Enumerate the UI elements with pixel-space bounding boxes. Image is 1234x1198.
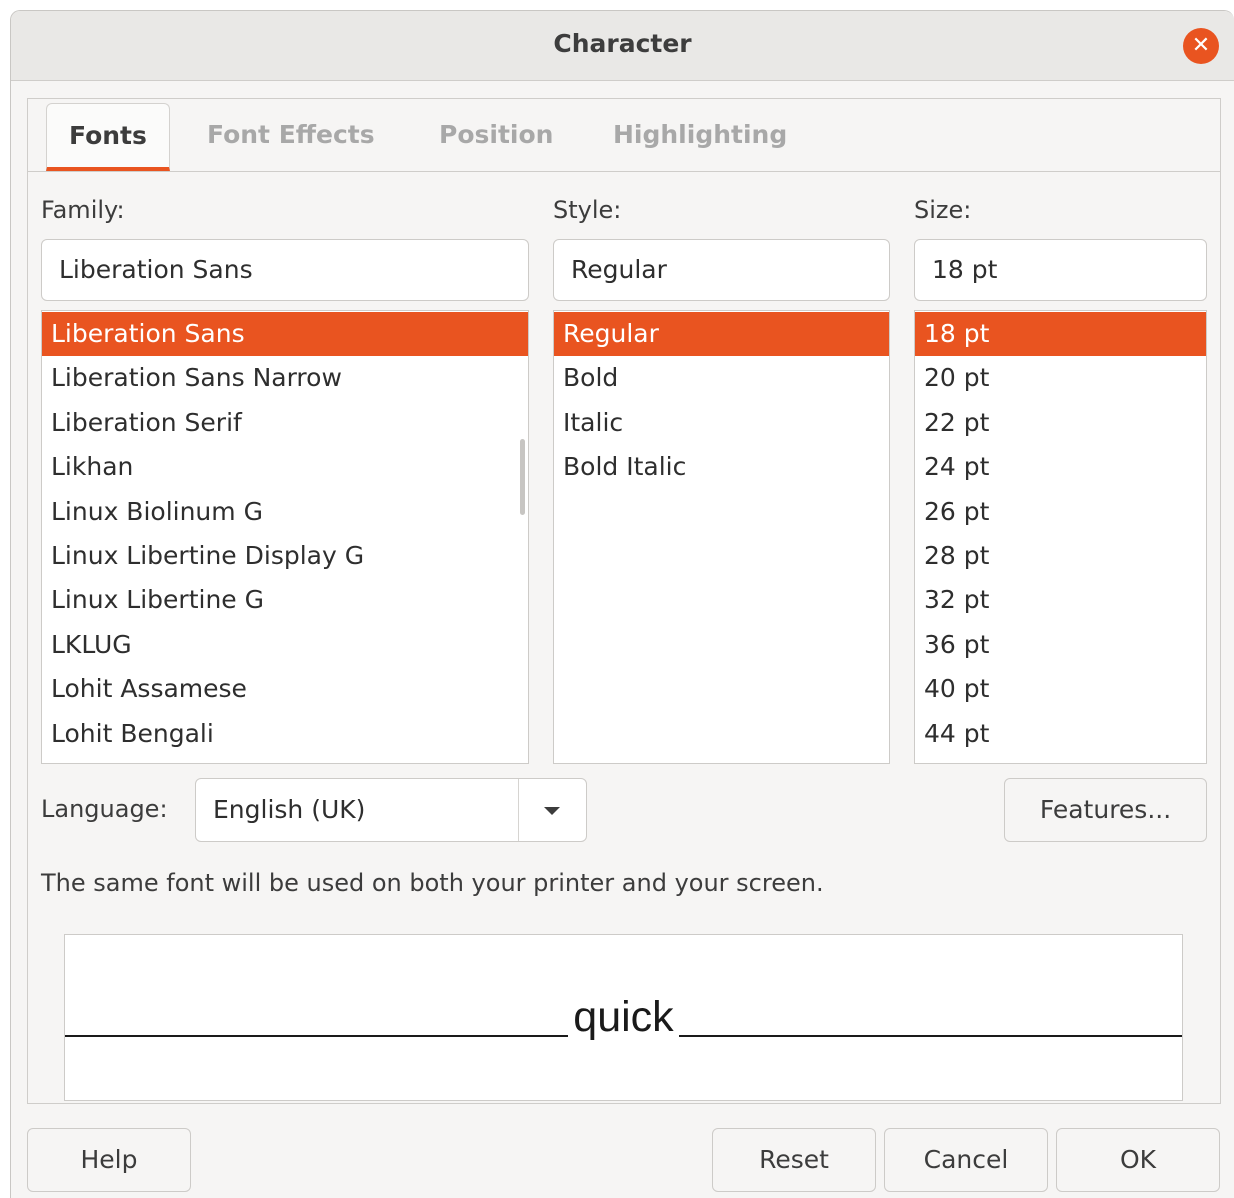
help-button[interactable]: Help: [27, 1128, 191, 1192]
style-input[interactable]: Regular: [553, 239, 890, 301]
size-list-item[interactable]: 36 pt: [915, 623, 1206, 667]
family-input[interactable]: Liberation Sans: [41, 239, 529, 301]
size-list-item[interactable]: 32 pt: [915, 578, 1206, 622]
tab-font-effects[interactable]: Font Effects: [185, 103, 397, 171]
family-list-item[interactable]: Linux Biolinum G: [42, 490, 528, 534]
dialog-title: Character: [553, 29, 692, 58]
family-list-item[interactable]: Liberation Sans: [42, 312, 528, 357]
style-list-item[interactable]: Regular: [554, 312, 889, 357]
size-list-item[interactable]: 18 pt: [915, 312, 1206, 357]
ok-button[interactable]: OK: [1056, 1128, 1220, 1192]
chevron-down-icon[interactable]: [544, 807, 560, 815]
font-preview: quick: [64, 934, 1183, 1101]
cancel-button[interactable]: Cancel: [884, 1128, 1048, 1192]
tab-bar: Fonts Font Effects Position Highlighting: [28, 99, 1220, 172]
dropdown-separator: [518, 779, 519, 841]
font-info-text: The same font will be used on both your …: [41, 869, 824, 897]
tab-fonts[interactable]: Fonts: [46, 103, 170, 171]
style-list-item[interactable]: Italic: [554, 401, 889, 445]
family-list-item[interactable]: Lohit Bengali: [42, 712, 528, 756]
style-list-item[interactable]: Bold Italic: [554, 445, 889, 489]
family-list-item[interactable]: Lohit Assamese: [42, 667, 528, 711]
language-label: Language:: [41, 795, 168, 823]
family-list-item[interactable]: Likhan: [42, 445, 528, 489]
family-list-item[interactable]: LKLUG: [42, 623, 528, 667]
tab-notebook: Fonts Font Effects Position Highlighting…: [27, 98, 1221, 1104]
family-list-scrollbar[interactable]: [520, 439, 525, 515]
size-list-item[interactable]: 28 pt: [915, 534, 1206, 578]
family-label: Family:: [41, 196, 125, 224]
family-list-item[interactable]: Liberation Serif: [42, 401, 528, 445]
style-label: Style:: [553, 196, 622, 224]
family-list-item[interactable]: Linux Libertine Display G: [42, 534, 528, 578]
size-input[interactable]: 18 pt: [914, 239, 1207, 301]
language-value: English (UK): [213, 795, 366, 824]
size-list-item[interactable]: 44 pt: [915, 712, 1206, 756]
tab-highlighting[interactable]: Highlighting: [591, 103, 809, 171]
family-list-item[interactable]: Linux Libertine G: [42, 578, 528, 622]
character-dialog: Character ✕ Fonts Font Effects Position …: [10, 10, 1234, 1198]
close-icon: ✕: [1191, 33, 1211, 58]
size-list-item[interactable]: 40 pt: [915, 667, 1206, 711]
size-list[interactable]: 18 pt 20 pt 22 pt 24 pt 26 pt 28 pt 32 p…: [914, 310, 1207, 764]
style-list-item[interactable]: Bold: [554, 356, 889, 400]
size-list-item[interactable]: 22 pt: [915, 401, 1206, 445]
features-button[interactable]: Features...: [1004, 778, 1207, 842]
size-label: Size:: [914, 196, 972, 224]
size-list-item[interactable]: 24 pt: [915, 445, 1206, 489]
size-list-item[interactable]: 20 pt: [915, 356, 1206, 400]
family-list-item[interactable]: Liberation Sans Narrow: [42, 356, 528, 400]
style-list[interactable]: Regular Bold Italic Bold Italic: [553, 310, 890, 764]
family-list[interactable]: Liberation Sans Liberation Sans Narrow L…: [41, 310, 529, 764]
reset-button[interactable]: Reset: [712, 1128, 876, 1192]
preview-baseline-right: [679, 1035, 1182, 1037]
close-button[interactable]: ✕: [1183, 28, 1219, 64]
size-list-item[interactable]: 26 pt: [915, 490, 1206, 534]
tab-position[interactable]: Position: [417, 103, 575, 171]
title-bar: Character ✕: [11, 11, 1234, 81]
language-dropdown[interactable]: English (UK): [195, 778, 587, 842]
